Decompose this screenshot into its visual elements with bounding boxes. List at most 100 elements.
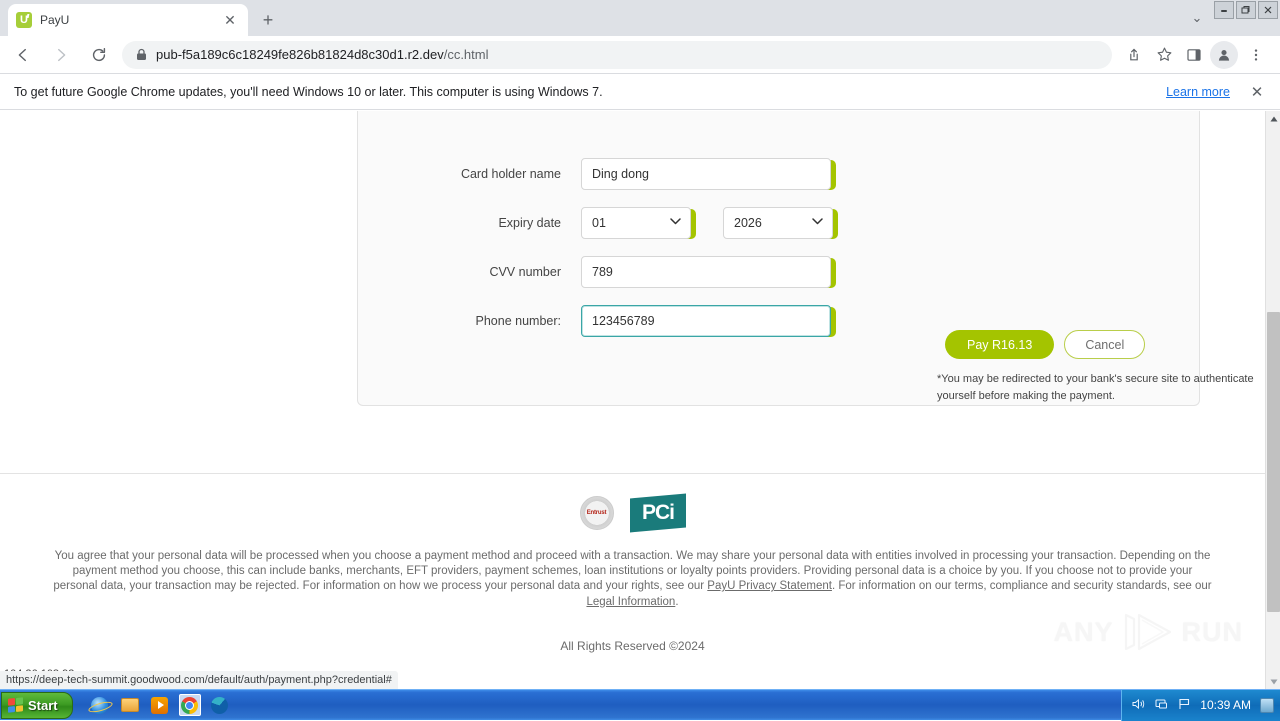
profile-avatar[interactable] (1210, 41, 1238, 69)
minimize-button[interactable] (1214, 1, 1234, 19)
phone-number-input[interactable] (581, 305, 831, 337)
favicon-letter: U (20, 15, 28, 26)
reload-button[interactable] (84, 40, 114, 70)
system-tray: 10:39 AM (1121, 690, 1280, 721)
phone-number-field-wrap (581, 305, 831, 337)
start-label: Start (28, 698, 58, 713)
infobar-message: To get future Google Chrome updates, you… (14, 85, 1166, 99)
status-bubble: https://deep-tech-summit.goodwood.com/de… (0, 671, 398, 689)
close-icon (1263, 5, 1273, 15)
payu-favicon: U (16, 12, 32, 28)
infobar-close-icon[interactable]: ✕ (1248, 83, 1266, 101)
expiry-year-field-wrap: 2026 (723, 207, 833, 239)
watermark-run-text: RUN (1182, 617, 1244, 648)
taskbar-item-media-player[interactable] (149, 694, 171, 716)
window-controls (1214, 0, 1280, 36)
network-icon[interactable] (1155, 698, 1169, 712)
page-scrollbar[interactable] (1265, 111, 1280, 689)
back-button[interactable] (8, 40, 38, 70)
form-row-expiry: Expiry date 01 (358, 206, 1201, 240)
media-player-icon (151, 697, 168, 714)
pci-logo-icon: PCi (630, 494, 686, 533)
form-row-cvv: CVV number (358, 255, 1201, 289)
bookmark-star-icon[interactable] (1150, 41, 1178, 69)
start-button[interactable]: Start (1, 692, 73, 719)
browser-toolbar: pub-f5a189c6c18249fe826b81824d8c30d1.r2.… (0, 36, 1280, 74)
expiry-month-field-wrap: 01 (581, 207, 691, 239)
show-desktop-button[interactable] (1260, 698, 1274, 713)
browser-menu-icon[interactable] (1242, 41, 1270, 69)
quick-launch-bar (83, 694, 231, 716)
taskbar-item-microsoft-edge[interactable] (209, 694, 231, 716)
expiry-date-label: Expiry date (358, 216, 581, 230)
close-window-button[interactable] (1258, 1, 1278, 19)
taskbar-item-internet-explorer[interactable] (89, 694, 111, 716)
forward-button[interactable] (46, 40, 76, 70)
expiry-year-select[interactable]: 2026 (723, 207, 833, 239)
cardholder-name-input[interactable] (581, 158, 831, 190)
update-infobar: To get future Google Chrome updates, you… (0, 74, 1280, 110)
share-icon[interactable] (1120, 41, 1148, 69)
cvv-number-label: CVV number (358, 265, 581, 279)
form-row-cardholder: Card holder name (358, 157, 1201, 191)
forward-arrow-icon (52, 46, 70, 64)
anyrun-play-logo-icon (1120, 611, 1176, 653)
close-icon[interactable]: ✕ (220, 10, 240, 30)
legal-paragraph-3: . (675, 596, 678, 608)
anyrun-watermark: ANY RUN (1053, 611, 1243, 653)
lock-icon[interactable] (134, 48, 148, 61)
scroll-down-arrow-icon[interactable] (1266, 674, 1280, 689)
browser-tab-payu[interactable]: U PayU ✕ (8, 4, 248, 36)
tabstrip-right: ⌄ (1180, 0, 1280, 36)
back-arrow-icon (14, 46, 32, 64)
pci-label: PCi (641, 501, 673, 525)
infobar-learn-more-link[interactable]: Learn more (1166, 85, 1230, 99)
entrust-seal-icon: Entrust (580, 496, 614, 530)
card-payment-panel: Card holder name Expiry date 01 (357, 111, 1200, 406)
scroll-up-arrow-icon[interactable] (1266, 111, 1280, 126)
chrome-icon (181, 697, 198, 714)
phone-number-label: Phone number: (358, 314, 581, 328)
reload-icon (90, 46, 108, 64)
expiry-date-group: 01 2026 (581, 207, 833, 239)
edge-icon (211, 697, 228, 714)
scrollbar-thumb[interactable] (1267, 312, 1280, 612)
side-panel-icon[interactable] (1180, 41, 1208, 69)
expiry-month-select[interactable]: 01 (581, 207, 691, 239)
browser-window: U PayU ✕ + ⌄ (0, 0, 1280, 720)
url-path: /cc.html (444, 47, 489, 62)
expiry-month-value: 01 (592, 216, 606, 230)
tab-strip: U PayU ✕ + ⌄ (0, 0, 1280, 36)
pay-button[interactable]: Pay R16.13 (945, 330, 1054, 359)
entrust-label: Entrust (587, 510, 607, 516)
taskbar-clock[interactable]: 10:39 AM (1200, 698, 1251, 712)
legal-information-link[interactable]: Legal Information (586, 596, 675, 608)
watermark-any-text: ANY (1053, 617, 1113, 648)
tab-title: PayU (40, 13, 220, 27)
address-bar[interactable]: pub-f5a189c6c18249fe826b81824d8c30d1.r2.… (122, 41, 1112, 69)
chevron-down-icon[interactable]: ⌄ (1180, 3, 1214, 33)
cancel-button[interactable]: Cancel (1064, 330, 1145, 359)
chevron-down-icon (670, 218, 681, 228)
internet-explorer-icon (91, 697, 108, 714)
security-badges: Entrust PCi (0, 496, 1265, 530)
taskbar-item-google-chrome[interactable] (179, 694, 201, 716)
legal-text: You agree that your personal data will b… (50, 549, 1215, 610)
restore-button[interactable] (1236, 1, 1256, 19)
action-flag-icon[interactable] (1178, 698, 1191, 712)
url-origin: pub-f5a189c6c18249fe826b81824d8c30d1.r2.… (156, 47, 444, 62)
expiry-year-value: 2026 (734, 216, 762, 230)
taskbar-item-windows-explorer[interactable] (119, 694, 141, 716)
cvv-number-input[interactable] (581, 256, 831, 288)
volume-icon[interactable] (1132, 698, 1146, 712)
windows-logo-icon (8, 697, 23, 713)
cvv-number-field-wrap (581, 256, 831, 288)
payu-privacy-statement-link[interactable]: PayU Privacy Statement (707, 580, 832, 592)
form-actions: Pay R16.13 Cancel (945, 330, 1145, 359)
page-viewport: Card holder name Expiry date 01 (0, 111, 1280, 689)
folder-icon (121, 698, 139, 712)
new-tab-icon[interactable]: + (254, 6, 282, 34)
chevron-down-icon (812, 218, 823, 228)
windows-taskbar: Start (0, 689, 1280, 720)
footer-divider (0, 473, 1265, 474)
